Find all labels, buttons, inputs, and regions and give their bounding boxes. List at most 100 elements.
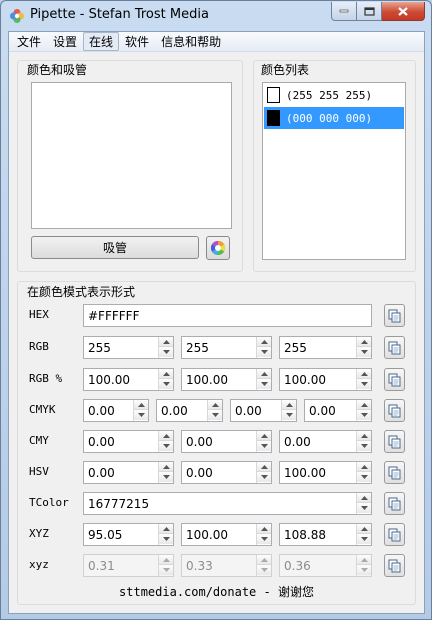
xyz-z-spinner[interactable] [356, 524, 371, 545]
spin-up-icon [260, 339, 268, 344]
menu-help[interactable]: 信息和帮助 [155, 32, 227, 51]
rgb-b-input[interactable]: 255 [279, 336, 372, 359]
rgbp-r-value: 100.00 [88, 372, 130, 387]
rgbp-g-input[interactable]: 100.00 [181, 368, 272, 391]
minimize-button[interactable] [331, 2, 357, 21]
menu-software[interactable]: 软件 [119, 32, 155, 51]
copy-cmy-button[interactable] [384, 430, 405, 453]
copy-icon [388, 373, 401, 386]
hsv-h-spinner[interactable] [158, 462, 173, 483]
cmyk-k-spinner[interactable] [356, 400, 371, 421]
color-swatch [267, 110, 280, 126]
spin-up-icon [162, 557, 170, 562]
rgb-r-input[interactable]: 255 [83, 336, 174, 359]
spin-down-icon [162, 537, 170, 541]
color-wheel-button[interactable] [206, 236, 230, 260]
spin-up-icon [360, 433, 368, 438]
xyz-y-spinner[interactable] [256, 524, 271, 545]
cmyk-k-input[interactable]: 0.00 [304, 399, 372, 422]
xyzc-y-input: 0.33 [181, 554, 272, 577]
spin-down-icon [162, 444, 170, 448]
color-preview [31, 82, 232, 229]
hsv-h-input[interactable]: 0.00 [83, 461, 174, 484]
menu-file[interactable]: 文件 [11, 32, 47, 51]
rgbp-g-spinner[interactable] [256, 369, 271, 390]
cmyk-y-input[interactable]: 0.00 [230, 399, 297, 422]
cmy-c-input[interactable]: 0.00 [83, 430, 174, 453]
xyzc-y-spinner [256, 555, 271, 576]
cmy-c-spinner[interactable] [158, 431, 173, 452]
color-list-item[interactable]: (255 255 255) [264, 84, 404, 106]
rgb-b-spinner[interactable] [356, 337, 371, 358]
rgb-g-input[interactable]: 255 [181, 336, 272, 359]
tcolor-spinner[interactable] [356, 493, 371, 514]
spin-down-icon [162, 350, 170, 354]
label-xyz: XYZ [29, 527, 49, 540]
menu-settings[interactable]: 设置 [47, 32, 83, 51]
rgbp-b-spinner[interactable] [356, 369, 371, 390]
spin-down-icon [260, 475, 268, 479]
copy-icon [388, 466, 401, 479]
hsv-v-spinner[interactable] [356, 462, 371, 483]
xyzc-x-spinner [158, 555, 173, 576]
cmyk-m-input[interactable]: 0.00 [156, 399, 223, 422]
label-hex: HEX [29, 308, 49, 321]
rgbp-b-input[interactable]: 100.00 [279, 368, 372, 391]
label-hsv: HSV [29, 465, 49, 478]
color-list-item[interactable]: (000 000 000) [264, 107, 404, 129]
color-list[interactable]: (255 255 255) (000 000 000) [262, 82, 406, 260]
copy-xyz-button[interactable] [384, 523, 405, 546]
tcolor-input[interactable]: 16777215 [83, 492, 372, 515]
copy-hsv-button[interactable] [384, 461, 405, 484]
cmy-m-spinner[interactable] [256, 431, 271, 452]
xyzc-y-value: 0.33 [186, 558, 213, 573]
xyz-z-input[interactable]: 108.88 [279, 523, 372, 546]
close-button[interactable] [382, 2, 425, 21]
rgb-b-value: 255 [284, 340, 307, 355]
hsv-s-input[interactable]: 0.00 [181, 461, 272, 484]
copy-icon [388, 309, 401, 322]
copy-xyz-chromaticity-button[interactable] [384, 554, 405, 577]
donate-link[interactable]: sttmedia.com/donate - 谢谢您 [9, 583, 424, 600]
xyz-x-spinner[interactable] [158, 524, 173, 545]
cmyk-m-spinner[interactable] [207, 400, 222, 421]
copy-tcolor-button[interactable] [384, 492, 405, 515]
cmyk-c-spinner[interactable] [133, 400, 148, 421]
hex-input[interactable]: #FFFFFF [83, 304, 372, 327]
cmy-y-spinner[interactable] [356, 431, 371, 452]
menu-online[interactable]: 在线 [83, 32, 120, 51]
hsv-v-input[interactable]: 100.00 [279, 461, 372, 484]
rgbp-r-input[interactable]: 100.00 [83, 368, 174, 391]
cmy-m-value: 0.00 [186, 434, 213, 449]
maximize-button[interactable] [357, 2, 382, 21]
cmyk-y-value: 0.00 [235, 403, 262, 418]
color-list-panel: 颜色列表 (255 255 255) (000 000 000) [253, 60, 416, 272]
rgb-r-value: 255 [88, 340, 111, 355]
cmyk-c-input[interactable]: 0.00 [83, 399, 149, 422]
copy-rgb-percent-button[interactable] [384, 368, 405, 391]
rgbp-r-spinner[interactable] [158, 369, 173, 390]
rgb-r-spinner[interactable] [158, 337, 173, 358]
cmyk-c-value: 0.00 [88, 403, 115, 418]
copy-cmyk-button[interactable] [384, 399, 405, 422]
xyz-x-input[interactable]: 95.05 [83, 523, 174, 546]
spin-down-icon [162, 568, 170, 572]
xyz-y-input[interactable]: 100.00 [181, 523, 272, 546]
cmy-y-input[interactable]: 0.00 [279, 430, 372, 453]
spin-down-icon [360, 350, 368, 354]
spin-up-icon [360, 402, 368, 407]
spin-up-icon [360, 339, 368, 344]
picker-panel: 颜色和吸管 吸管 [17, 60, 243, 272]
hsv-s-spinner[interactable] [256, 462, 271, 483]
copy-rgb-button[interactable] [384, 336, 405, 359]
spin-down-icon [260, 568, 268, 572]
title-bar[interactable]: Pipette - Stefan Trost Media [1, 1, 431, 31]
pipette-button[interactable]: 吸管 [31, 236, 199, 259]
rgb-g-spinner[interactable] [256, 337, 271, 358]
cmy-m-input[interactable]: 0.00 [181, 430, 272, 453]
spin-up-icon [360, 495, 368, 500]
copy-hex-button[interactable] [384, 304, 405, 327]
cmyk-y-spinner[interactable] [281, 400, 296, 421]
spin-down-icon [360, 475, 368, 479]
spin-up-icon [360, 371, 368, 376]
